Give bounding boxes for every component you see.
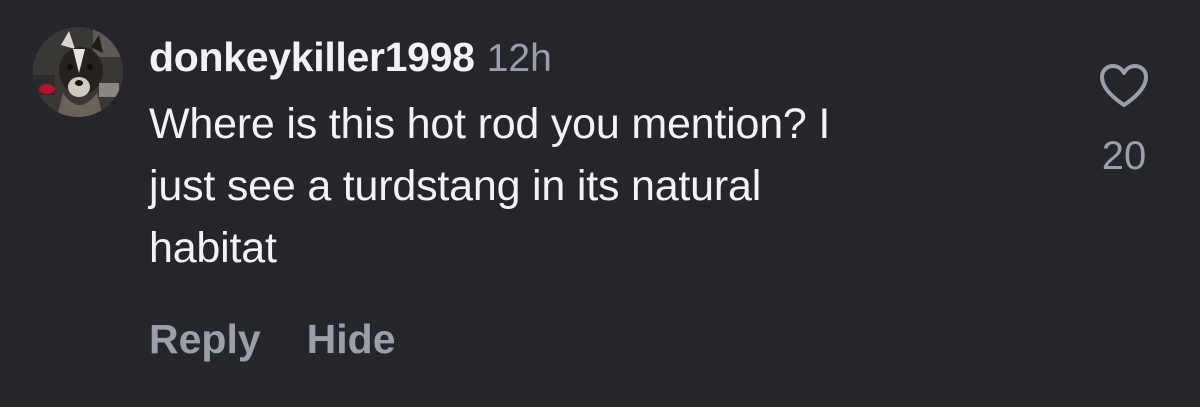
comment-text-line: Where is this hot rod you mention? I xyxy=(149,100,831,148)
heart-outline-icon xyxy=(1100,64,1148,107)
comment-text-line: habitat xyxy=(149,224,277,272)
comment-text-line: just see a turdstang in its natural xyxy=(149,162,762,210)
dog-avatar-icon xyxy=(33,27,123,117)
like-button[interactable] xyxy=(1097,60,1151,114)
comment-card: donkeykiller1998 12h Where is this hot ro… xyxy=(0,0,1200,407)
like-count: 20 xyxy=(1101,134,1147,178)
comment-text: Where is this hot rod you mention? I jus… xyxy=(149,93,1049,279)
comment-header: donkeykiller1998 12h xyxy=(149,27,552,87)
reply-button[interactable]: Reply xyxy=(149,316,261,363)
comment-actions: Reply Hide xyxy=(149,316,396,372)
hide-button[interactable]: Hide xyxy=(307,316,396,363)
username[interactable]: donkeykiller1998 xyxy=(149,34,475,80)
timestamp: 12h xyxy=(486,37,552,80)
avatar[interactable] xyxy=(33,27,123,117)
like-section: 20 xyxy=(1086,60,1162,180)
